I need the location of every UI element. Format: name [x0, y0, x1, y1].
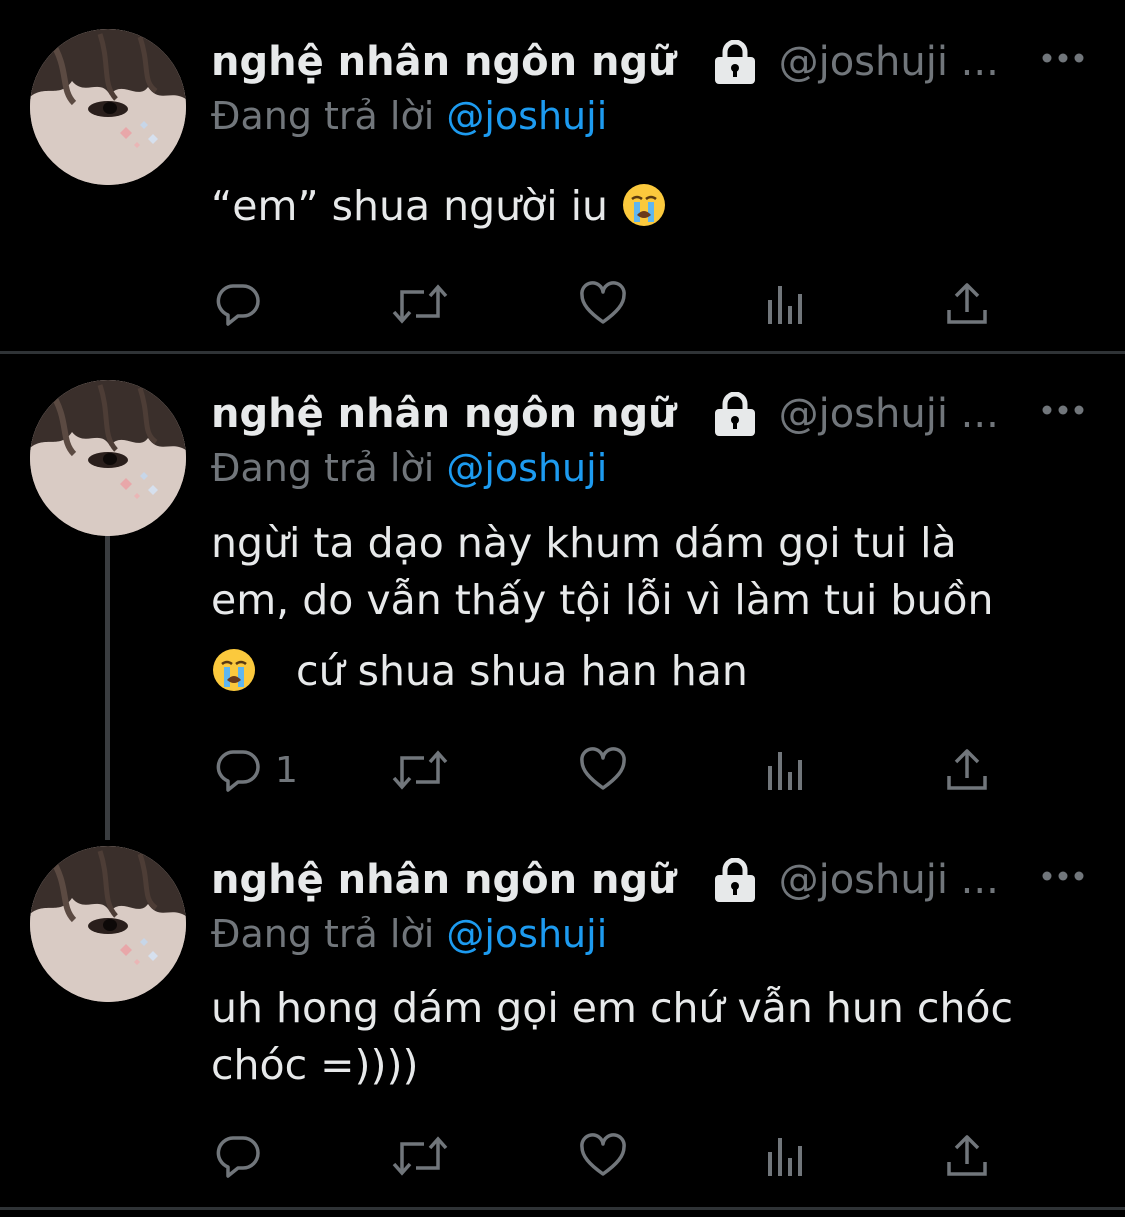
reply-button[interactable]: 1	[213, 740, 298, 800]
views-button[interactable]	[764, 740, 808, 800]
views-button[interactable]	[764, 1126, 808, 1186]
tweet-header: nghệ nhân ngôn ngữ @joshuji ...	[211, 852, 999, 908]
reply-button[interactable]	[213, 274, 261, 334]
tweet-text-line: cứ shua shua han han	[211, 643, 1091, 700]
more-icon[interactable]	[1041, 404, 1085, 416]
lock-icon	[711, 392, 759, 436]
tweet-header: nghệ nhân ngôn ngữ @joshuji ...	[211, 34, 999, 90]
display-name[interactable]: nghệ nhân ngôn ngữ	[211, 39, 677, 85]
more-icon[interactable]	[1041, 870, 1085, 882]
display-name[interactable]: nghệ nhân ngôn ngữ	[211, 857, 677, 903]
replying-to-line: Đang trả lời @joshuji	[211, 912, 607, 956]
replying-to-line: Đang trả lời @joshuji	[211, 94, 607, 138]
reply-icon	[213, 1132, 261, 1180]
share-button[interactable]	[943, 274, 991, 334]
views-icon	[764, 1134, 808, 1178]
heart-icon	[579, 280, 627, 328]
views-icon	[764, 282, 808, 326]
like-button[interactable]	[579, 740, 627, 800]
retweet-button[interactable]	[390, 740, 450, 800]
like-button[interactable]	[579, 274, 627, 334]
mention-link[interactable]: @joshuji	[446, 912, 607, 956]
share-button[interactable]	[943, 1126, 991, 1186]
avatar[interactable]	[30, 846, 186, 1002]
reply-icon	[213, 746, 261, 794]
action-bar: 1	[0, 740, 1125, 800]
retweet-icon	[390, 746, 450, 794]
tweet-text-line: uh hong dám gọi em chứ vẫn hun chóc	[211, 984, 1014, 1032]
more-icon[interactable]	[1041, 52, 1085, 64]
tweet-3[interactable]: nghệ nhân ngôn ngữ @joshuji ... Đang trả…	[0, 818, 1125, 1207]
tweet-text-content: cứ shua shua han han	[296, 647, 748, 695]
tweet-text-line: em, do vẫn thấy tội lỗi vì làm tui buồn	[211, 576, 994, 624]
retweet-button[interactable]	[390, 1126, 450, 1186]
reply-count: 1	[275, 749, 298, 791]
tweet-text: “em” shua người iu	[211, 178, 1091, 235]
reply-button[interactable]	[213, 1126, 261, 1186]
views-button[interactable]	[764, 274, 808, 334]
avatar[interactable]	[30, 29, 186, 185]
retweet-icon	[390, 1132, 450, 1180]
tweet-text: ngừi ta dạo này khum dám gọi tui là em, …	[211, 515, 1091, 700]
heart-icon	[579, 746, 627, 794]
tweet-header: nghệ nhân ngôn ngữ @joshuji ...	[211, 386, 999, 442]
loudly-crying-face-icon	[211, 647, 257, 693]
lock-icon	[711, 858, 759, 902]
tweet-1[interactable]: nghệ nhân ngôn ngữ @joshuji ... Đang trả…	[0, 0, 1125, 352]
replying-to-line: Đang trả lời @joshuji	[211, 446, 607, 490]
divider	[0, 1207, 1125, 1210]
lock-icon	[711, 40, 759, 84]
handle[interactable]: @joshuji ...	[779, 39, 999, 85]
share-icon	[943, 746, 991, 794]
replying-prefix: Đang trả lời	[211, 446, 447, 490]
tweet-text: uh hong dám gọi em chứ vẫn hun chóc chóc…	[211, 980, 1091, 1094]
avatar[interactable]	[30, 380, 186, 536]
reply-icon	[213, 280, 261, 328]
share-icon	[943, 1132, 991, 1180]
action-bar	[0, 1126, 1125, 1186]
tweet-text-line: chóc =))))	[211, 1041, 419, 1089]
retweet-icon	[390, 280, 450, 328]
share-icon	[943, 280, 991, 328]
heart-icon	[579, 1132, 627, 1180]
share-button[interactable]	[943, 740, 991, 800]
handle[interactable]: @joshuji ...	[779, 391, 999, 437]
tweet-2[interactable]: nghệ nhân ngôn ngữ @joshuji ... Đang trả…	[0, 352, 1125, 832]
like-button[interactable]	[579, 1126, 627, 1186]
action-bar	[0, 274, 1125, 334]
tweet-text-content: “em” shua người iu	[211, 182, 609, 230]
loudly-crying-face-icon	[621, 182, 667, 228]
tweet-text-line: ngừi ta dạo này khum dám gọi tui là	[211, 519, 957, 567]
replying-prefix: Đang trả lời	[211, 94, 447, 138]
retweet-button[interactable]	[390, 274, 450, 334]
views-icon	[764, 748, 808, 792]
mention-link[interactable]: @joshuji	[446, 446, 607, 490]
replying-prefix: Đang trả lời	[211, 912, 447, 956]
display-name[interactable]: nghệ nhân ngôn ngữ	[211, 391, 677, 437]
mention-link[interactable]: @joshuji	[446, 94, 607, 138]
handle[interactable]: @joshuji ...	[779, 857, 999, 903]
